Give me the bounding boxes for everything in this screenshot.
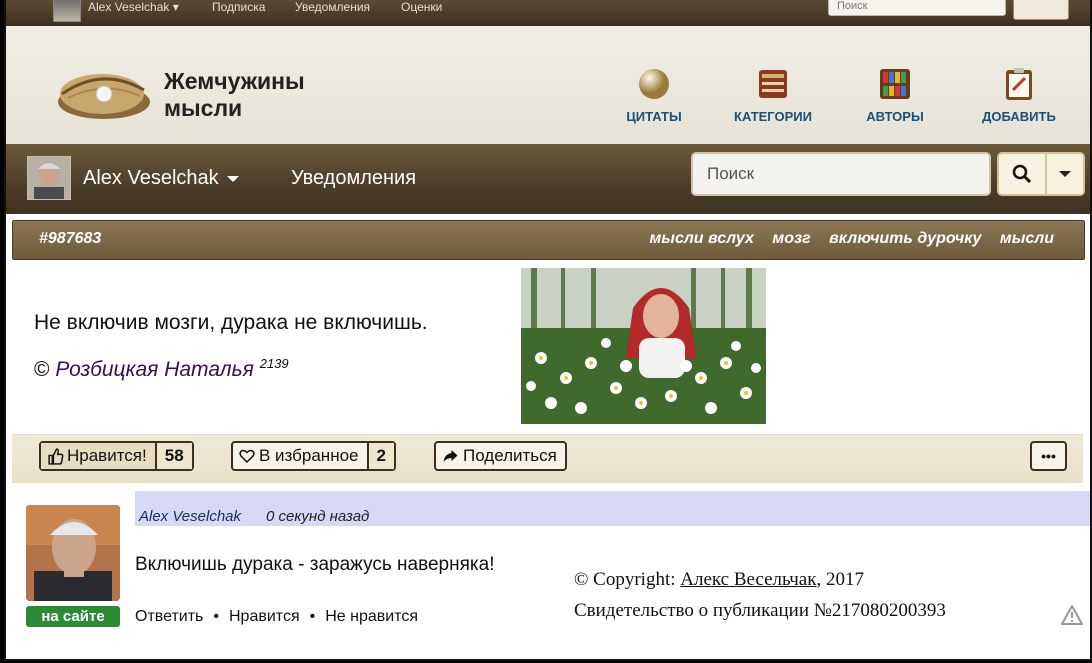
favorite-label: В избранное bbox=[259, 446, 359, 465]
nav-quotes-label: ЦИТАТЫ bbox=[626, 109, 682, 124]
nav-categories-label: КАТЕГОРИИ bbox=[734, 109, 812, 124]
separator-dot: • bbox=[309, 608, 316, 625]
user-name: Alex Veselchak bbox=[83, 167, 219, 189]
user-menu-toggle[interactable]: Alex Veselchak bbox=[83, 167, 239, 190]
quote-header-bar: #987683 мысли вслух мозг включить дурочк… bbox=[12, 220, 1085, 260]
commenter-avatar-image bbox=[26, 505, 120, 601]
chevron-down-icon bbox=[226, 175, 239, 182]
warning-triangle-icon[interactable] bbox=[1061, 605, 1083, 625]
like-count: 58 bbox=[154, 443, 192, 469]
top-user-link[interactable]: Alex Veselchak ▾ bbox=[88, 0, 179, 14]
pearl-shell-logo-icon[interactable] bbox=[54, 64, 152, 122]
site-title-line2: мысли bbox=[164, 95, 243, 121]
favorite-count: 2 bbox=[366, 443, 394, 469]
comment-dislike-link[interactable]: Не нравится bbox=[325, 608, 418, 625]
pearl-icon bbox=[639, 69, 669, 99]
quote-author-link[interactable]: Розбицкая Наталья bbox=[55, 358, 254, 381]
nav-add-label: ДОБАВИТЬ bbox=[982, 109, 1056, 124]
like-button[interactable]: Нравится! 58 bbox=[39, 441, 194, 471]
woman-with-daisies-image bbox=[521, 268, 766, 424]
site-title-line1: Жемчужины bbox=[164, 68, 305, 94]
copyright-author-link[interactable]: Алекс Весельчак bbox=[680, 569, 816, 590]
quote-tags: мысли вслух мозг включить дурочку мысли bbox=[635, 230, 1054, 248]
comment-like-link[interactable]: Нравится bbox=[229, 608, 300, 625]
copyright-prefix: © Copyright: bbox=[574, 569, 681, 590]
tag-link[interactable]: мозг bbox=[772, 230, 810, 247]
online-status-badge: на сайте bbox=[26, 606, 120, 627]
nav-categories[interactable]: КАТЕГОРИИ bbox=[731, 66, 815, 124]
commenter-avatar[interactable] bbox=[26, 505, 120, 601]
mini-avatar[interactable] bbox=[53, 0, 81, 22]
user-navbar: Alex Veselchak Уведомления bbox=[6, 144, 1090, 214]
clipboard-icon bbox=[1006, 68, 1032, 100]
thumbs-up-icon bbox=[48, 447, 64, 465]
quote-author-line: © Розбицкая Наталья 2139 bbox=[34, 356, 289, 382]
search-options-button[interactable] bbox=[1047, 152, 1085, 196]
quote-action-bar: Нравится! 58 В избранное 2 Поделиться ••… bbox=[12, 434, 1083, 483]
nav-quotes[interactable]: ЦИТАТЫ bbox=[618, 66, 690, 124]
share-label: Поделиться bbox=[463, 446, 557, 465]
quote-text: Не включив мозги, дурака не включишь. bbox=[34, 311, 428, 334]
user-avatar[interactable] bbox=[27, 156, 71, 200]
user-avatar-image bbox=[28, 157, 70, 199]
quote-image bbox=[521, 268, 766, 424]
top-subscription-link[interactable]: Подписка bbox=[212, 0, 265, 14]
share-arrow-icon bbox=[443, 450, 458, 462]
author-quote-count: 2139 bbox=[259, 356, 289, 371]
tag-link[interactable]: мысли bbox=[1000, 230, 1054, 247]
comment-timestamp: 0 секунд назад bbox=[266, 508, 370, 525]
tag-link[interactable]: включить дурочку bbox=[829, 230, 981, 247]
search-icon bbox=[1012, 164, 1032, 184]
page-frame: Alex Veselchak ▾ Подписка Уведомления Оц… bbox=[4, 0, 1092, 661]
heart-icon bbox=[239, 449, 255, 464]
reply-link[interactable]: Ответить bbox=[135, 608, 203, 625]
top-mini-bar: Alex Veselchak ▾ Подписка Уведомления Оц… bbox=[6, 0, 1090, 26]
share-button[interactable]: Поделиться bbox=[434, 441, 567, 471]
site-title[interactable]: Жемчужины мысли bbox=[164, 68, 305, 122]
separator-dot: • bbox=[213, 608, 219, 625]
comment-actions: Ответить • Нравится • Не нравится bbox=[135, 608, 418, 626]
search-input[interactable] bbox=[691, 152, 991, 196]
copyright-notice: © Copyright: Алекс Весельчак, 2017 Свиде… bbox=[564, 563, 1017, 635]
search-button[interactable] bbox=[997, 152, 1047, 196]
quote-id[interactable]: #987683 bbox=[39, 230, 101, 248]
copyright-year: , 2017 bbox=[816, 569, 864, 590]
bookshelf-icon bbox=[880, 69, 910, 99]
comment-text: Включишь дурака - заражусь наверняка! bbox=[135, 554, 495, 575]
publication-certificate: Свидетельство о публикации №217080200393 bbox=[574, 600, 946, 621]
site-header: Жемчужины мысли ЦИТАТЫ КАТЕГОРИИ АВТОРЫ … bbox=[6, 26, 1090, 144]
nav-authors-label: АВТОРЫ bbox=[866, 109, 924, 124]
top-search-input[interactable]: Поиск bbox=[828, 0, 1006, 16]
nav-add[interactable]: ДОБАВИТЬ bbox=[976, 66, 1062, 124]
copyright-sign: © bbox=[34, 358, 50, 381]
book-icon bbox=[759, 70, 787, 98]
like-label: Нравится! bbox=[67, 446, 147, 465]
favorite-button[interactable]: В избранное 2 bbox=[231, 441, 396, 471]
comment-author-link[interactable]: Alex Veselchak bbox=[139, 508, 241, 525]
nav-authors[interactable]: АВТОРЫ bbox=[862, 66, 928, 124]
more-options-button[interactable]: ••• bbox=[1030, 441, 1067, 471]
notifications-link[interactable]: Уведомления bbox=[291, 167, 416, 190]
chevron-down-icon bbox=[1059, 171, 1071, 177]
top-ratings-link[interactable]: Оценки bbox=[401, 0, 442, 14]
comment-header: Alex Veselchak 0 секунд назад bbox=[135, 491, 1090, 526]
top-search-button[interactable] bbox=[1013, 0, 1069, 20]
tag-link[interactable]: мысли вслух bbox=[649, 230, 753, 247]
top-notifications-link[interactable]: Уведомления bbox=[295, 0, 370, 14]
